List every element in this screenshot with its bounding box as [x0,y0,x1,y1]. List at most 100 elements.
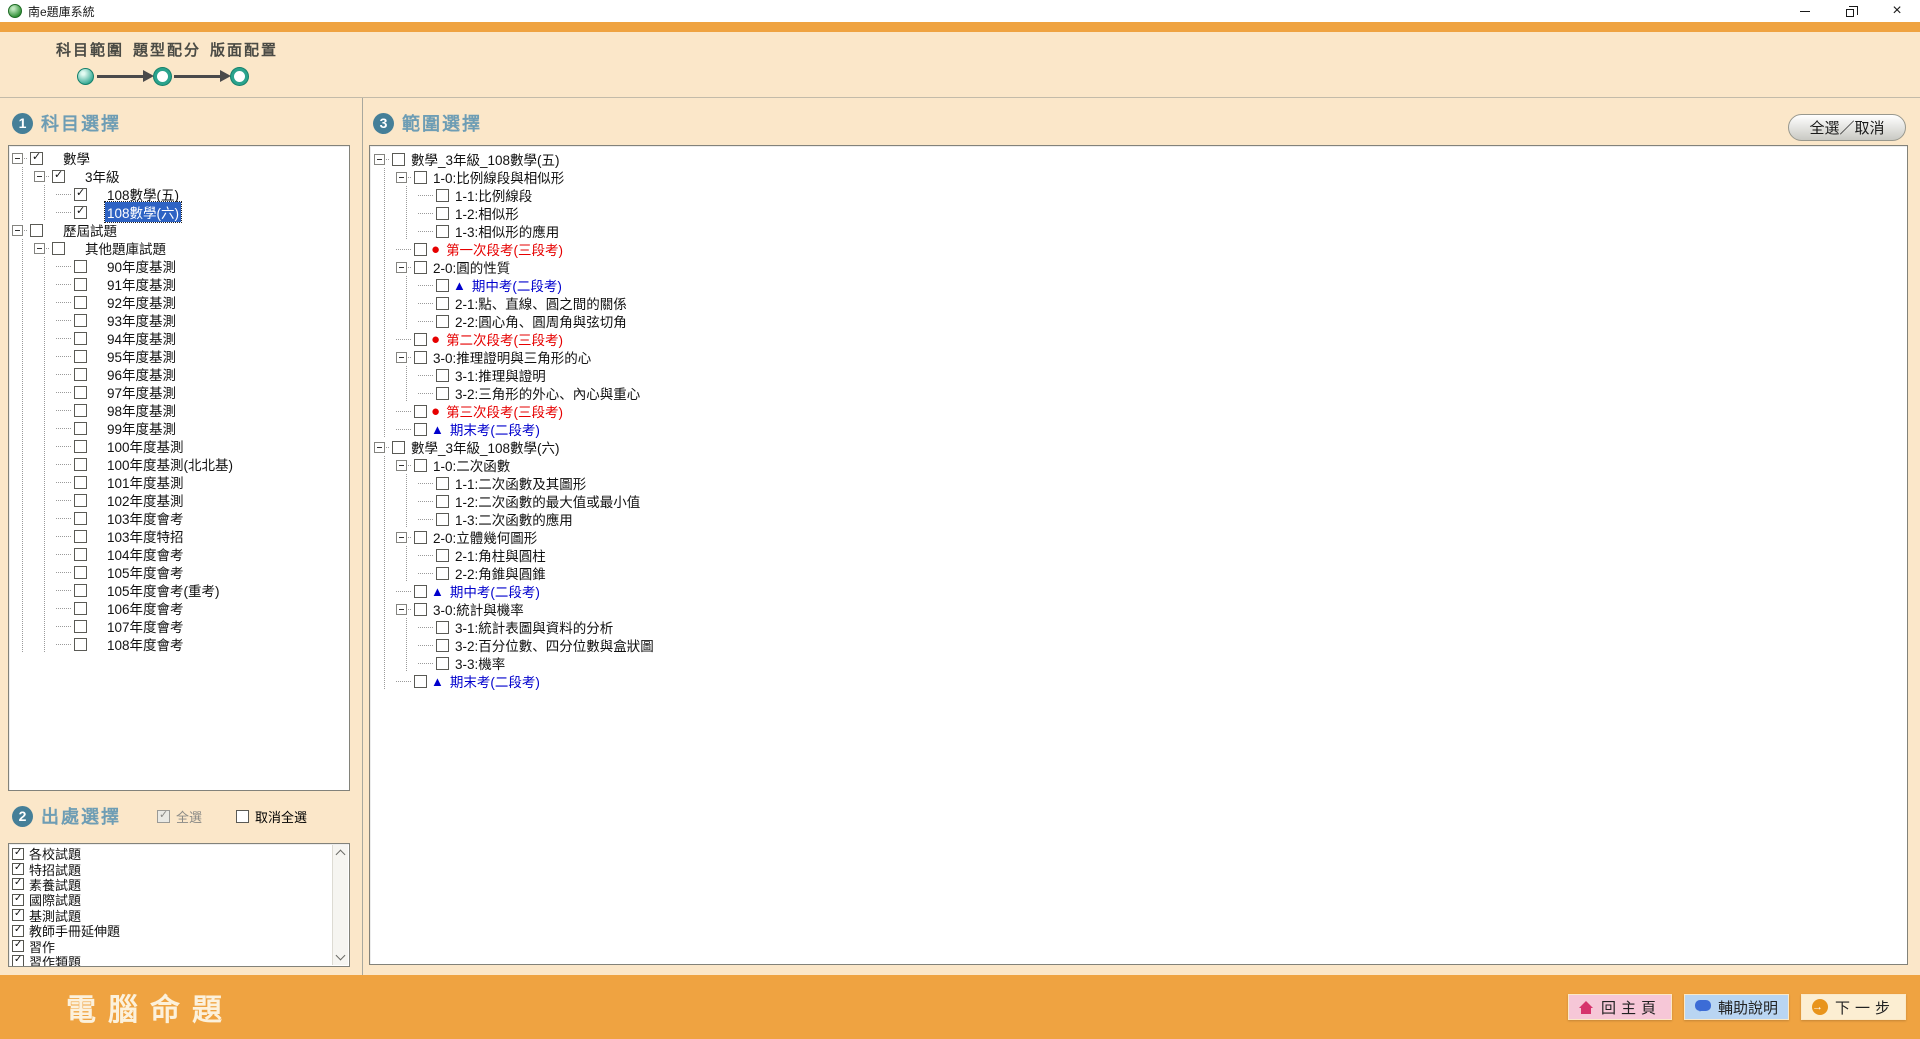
tree-checkbox[interactable] [414,261,427,274]
tree-checkbox[interactable] [30,224,43,237]
subject-tree-box[interactable]: 數學3年級108數學(五)108數學(六)歷屆試題其他題庫試題90年度基測91年… [8,145,350,791]
item-checkbox[interactable] [12,925,24,937]
tree-label[interactable]: 104年度會考 [105,544,186,564]
tree-row[interactable]: ▲期末考(二段考) [374,672,1907,690]
tree-label[interactable]: 90年度基測 [105,256,178,276]
tree-label[interactable]: 第一次段考(三段考) [444,239,565,259]
item-checkbox[interactable] [12,940,24,952]
tree-checkbox[interactable] [414,603,427,616]
tree-checkbox[interactable] [74,440,87,453]
tree-checkbox[interactable] [74,512,87,525]
tree-label[interactable]: 92年度基測 [105,292,178,312]
tree-label[interactable]: 100年度基測 [105,436,186,456]
source-list-box[interactable]: 各校試題特招試題素養試題國際試題基測試題教師手冊延伸題習作習作類題 [8,843,350,967]
tree-row[interactable]: 3-2:三角形的外心、內心與重心 [374,384,1907,402]
tree-checkbox[interactable] [74,548,87,561]
tree-label[interactable]: 2-1:點、直線、圓之間的關係 [453,293,629,313]
tree-checkbox[interactable] [436,207,449,220]
tree-row[interactable]: 108年度會考 [12,635,349,653]
tree-checkbox[interactable] [414,243,427,256]
tree-checkbox[interactable] [74,206,87,219]
tree-row[interactable]: 102年度基測 [12,491,349,509]
tree-checkbox[interactable] [414,171,427,184]
tree-label[interactable]: 2-1:角柱與圓柱 [453,545,548,565]
tree-row[interactable]: 2-2:角錐與圓錐 [374,564,1907,582]
tree-checkbox[interactable] [436,387,449,400]
tree-row[interactable]: ▲期末考(二段考) [374,420,1907,438]
tree-label[interactable]: 103年度會考 [105,508,186,528]
tree-checkbox[interactable] [392,153,405,166]
tree-row[interactable]: 101年度基測 [12,473,349,491]
tree-checkbox[interactable] [74,260,87,273]
tree-checkbox[interactable] [436,567,449,580]
tree-row[interactable]: 1-1:二次函數及其圖形 [374,474,1907,492]
tree-label[interactable]: 歷屆試題 [61,220,119,240]
tree-checkbox[interactable] [436,225,449,238]
tree-label[interactable]: 105年度會考(重考) [105,580,222,600]
tree-label[interactable]: 97年度基測 [105,382,178,402]
item-checkbox[interactable] [12,848,24,860]
tree-checkbox[interactable] [74,386,87,399]
tree-label[interactable]: 第三次段考(三段考) [444,401,565,421]
tree-row[interactable]: 2-2:圓心角、圓周角與弦切角 [374,312,1907,330]
tree-label[interactable]: 93年度基測 [105,310,178,330]
tree-label[interactable]: 2-0:立體幾何圖形 [431,527,539,547]
select-all-label[interactable]: 全選 [176,807,202,826]
tree-label[interactable]: 2-2:圓心角、圓周角與弦切角 [453,311,629,331]
tree-row[interactable]: 3-0:統計與機率 [374,600,1907,618]
range-tree-box[interactable]: 數學_3年級_108數學(五)1-0:比例線段與相似形1-1:比例線段1-2:相… [369,145,1908,965]
tree-label[interactable]: 數學 [61,148,92,168]
tree-label[interactable]: 3-3:機率 [453,653,507,673]
select-all-toggle-button[interactable]: 全選／取消 [1788,114,1906,141]
tree-label[interactable]: 1-3:相似形的應用 [453,221,561,241]
tree-label[interactable]: 1-3:二次函數的應用 [453,509,575,529]
tree-label[interactable]: 101年度基測 [105,472,186,492]
tree-checkbox[interactable] [436,495,449,508]
tree-label[interactable]: 102年度基測 [105,490,186,510]
tree-label[interactable]: 108數學(六) [105,202,181,222]
tree-row[interactable]: 98年度基測 [12,401,349,419]
tree-row[interactable]: 1-3:相似形的應用 [374,222,1907,240]
tree-checkbox[interactable] [436,657,449,670]
tree-checkbox[interactable] [30,152,43,165]
tree-row[interactable]: 92年度基測 [12,293,349,311]
tree-checkbox[interactable] [74,584,87,597]
tree-checkbox[interactable] [414,459,427,472]
tree-expander-icon[interactable] [396,604,407,615]
tree-label[interactable]: 期中考(二段考) [470,275,564,295]
tree-row[interactable]: 108數學(六) [12,203,349,221]
tree-checkbox[interactable] [414,585,427,598]
tree-checkbox[interactable] [74,566,87,579]
tree-row[interactable]: 104年度會考 [12,545,349,563]
tree-row[interactable]: ●第二次段考(三段考) [374,330,1907,348]
tree-checkbox[interactable] [52,242,65,255]
tree-row[interactable]: 1-1:比例線段 [374,186,1907,204]
tree-row[interactable]: 數學_3年級_108數學(五) [374,150,1907,168]
step-circle[interactable] [77,68,94,85]
tree-row[interactable]: 1-2:二次函數的最大值或最小值 [374,492,1907,510]
tree-checkbox[interactable] [436,513,449,526]
tree-row[interactable]: ●第三次段考(三段考) [374,402,1907,420]
tree-row[interactable]: ▲期中考(二段考) [374,276,1907,294]
tree-checkbox[interactable] [74,530,87,543]
tree-label[interactable]: 3-0:統計與機率 [431,599,526,619]
tree-expander-icon[interactable] [12,225,23,236]
tree-expander-icon[interactable] [374,154,385,165]
tree-label[interactable]: 1-2:二次函數的最大值或最小值 [453,491,642,511]
tree-expander-icon[interactable] [396,532,407,543]
tree-row[interactable]: 其他題庫試題 [12,239,349,257]
scroll-down-icon[interactable] [336,951,346,961]
tree-label[interactable]: 100年度基測(北北基) [105,454,235,474]
step-circle[interactable] [231,68,248,85]
tree-checkbox[interactable] [74,278,87,291]
tree-checkbox[interactable] [74,404,87,417]
tree-checkbox[interactable] [414,333,427,346]
tree-checkbox[interactable] [74,368,87,381]
tree-row[interactable]: 99年度基測 [12,419,349,437]
tree-label[interactable]: 數學_3年級_108數學(五) [409,149,562,169]
tree-label[interactable]: 其他題庫試題 [83,238,168,258]
tree-row[interactable]: 2-0:立體幾何圖形 [374,528,1907,546]
tree-expander-icon[interactable] [34,171,45,182]
tree-label[interactable]: 1-1:二次函數及其圖形 [453,473,588,493]
tree-row[interactable]: 歷屆試題 [12,221,349,239]
